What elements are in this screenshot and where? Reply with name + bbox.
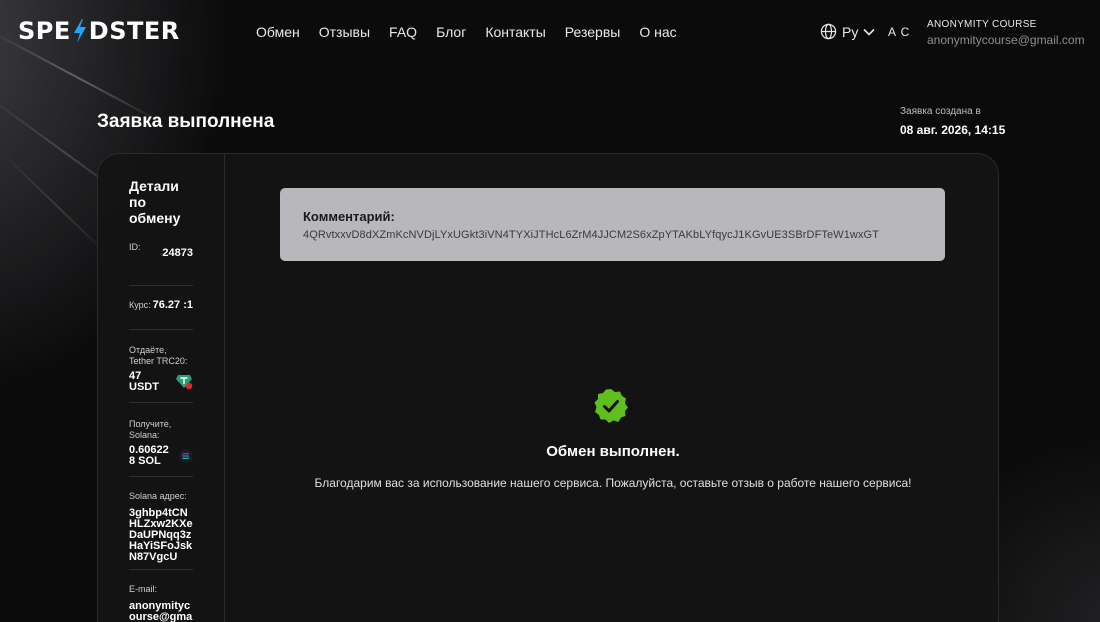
language-selector[interactable]: Ру <box>820 23 875 40</box>
nav-link-contacts[interactable]: Контакты <box>485 24 545 40</box>
nav-link-reserves[interactable]: Резервы <box>565 24 621 40</box>
exchange-details-sidebar: Детали по обмену ID: 24873 Курс: 76.27 :… <box>98 154 225 622</box>
user-email: anonymitycourse@gmail.com <box>927 33 1085 47</box>
nav-link-about[interactable]: О нас <box>639 24 676 40</box>
comment-text[interactable]: 4QRvtxxvD8dXZmKcNVDjLYxUGkt3iVN4TYXiJTHc… <box>303 229 922 241</box>
detail-id: ID: 24873 <box>129 242 193 286</box>
details-title: Детали по обмену <box>129 178 181 226</box>
language-current: Ру <box>842 23 859 40</box>
page-title: Заявка выполнена <box>97 111 275 132</box>
detail-email-value: anonymitycourse@gmail.com <box>129 600 193 622</box>
brand-logo[interactable]: SPE DSTER <box>18 17 180 45</box>
comment-box: Комментарий: 4QRvtxxvD8dXZmKcNVDjLYxUGkt… <box>280 188 945 261</box>
detail-receive-value: 0.606228 SOL <box>129 444 169 467</box>
detail-rate-value: 76.27 :1 <box>152 299 193 311</box>
nav-link-reviews[interactable]: Отзывы <box>319 24 370 40</box>
user-account[interactable]: ANONYMITY COURSE anonymitycourse@gmail.c… <box>927 19 1085 47</box>
detail-give: Отдаёте, Tether TRC20: 47 USDT <box>129 330 193 403</box>
detail-rate-label: Курс: <box>129 300 151 310</box>
status-title: Обмен выполнен. <box>546 443 680 460</box>
user-initials-avatar[interactable]: A C <box>888 25 910 39</box>
nav-link-faq[interactable]: FAQ <box>389 24 417 40</box>
site-header: SPE DSTER Обмен Отзывы FAQ Блог Контакты… <box>0 0 1100 64</box>
detail-give-value: 47 USDT <box>129 370 159 393</box>
detail-email-label: E-mail: <box>129 584 158 594</box>
detail-give-label: Отдаёте, Tether TRC20: <box>129 345 188 366</box>
chevron-down-icon <box>863 28 875 36</box>
order-created: Заявка создана в 08 авг. 2026, 14:15 <box>900 106 1005 137</box>
logo-text-left: SPE <box>18 17 71 45</box>
created-date: 08 авг. 2026, 14:15 <box>900 123 1006 137</box>
order-card: Детали по обмену ID: 24873 Курс: 76.27 :… <box>97 153 999 622</box>
detail-address: Solana адрес: 3ghbp4tCNHLZxw2KXeDaUPNqq3… <box>129 477 193 570</box>
success-check-icon <box>594 389 628 423</box>
solana-icon <box>179 449 193 463</box>
detail-address-value: 3ghbp4tCNHLZxw2KXeDaUPNqq3zHaYiSFoJskN87… <box>129 507 193 563</box>
lightning-bolt-icon <box>73 19 86 43</box>
detail-id-value: 24873 <box>162 247 193 259</box>
detail-receive: Получите, Solana: 0.606228 SOL <box>129 403 193 477</box>
detail-rate: Курс: 76.27 :1 <box>129 286 193 330</box>
comment-label: Комментарий: <box>303 209 395 224</box>
nav-link-exchange[interactable]: Обмен <box>256 24 300 40</box>
created-label: Заявка создана в <box>900 106 981 117</box>
detail-id-label: ID: <box>129 242 141 252</box>
status-message: Благодарим вас за использование нашего с… <box>314 476 912 490</box>
main-nav: Обмен Отзывы FAQ Блог Контакты Резервы О… <box>256 24 677 40</box>
user-name: ANONYMITY COURSE <box>927 19 1037 30</box>
detail-address-label: Solana адрес: <box>129 491 187 501</box>
detail-receive-label: Получите, Solana: <box>129 419 172 440</box>
nav-link-blog[interactable]: Блог <box>436 24 466 40</box>
tether-usdt-icon <box>176 375 193 390</box>
order-main: Комментарий: 4QRvtxxvD8dXZmKcNVDjLYxUGkt… <box>226 154 998 622</box>
globe-icon <box>820 23 837 40</box>
detail-email: E-mail: anonymitycourse@gmail.com <box>129 570 193 622</box>
logo-text-right: DSTER <box>88 17 180 45</box>
